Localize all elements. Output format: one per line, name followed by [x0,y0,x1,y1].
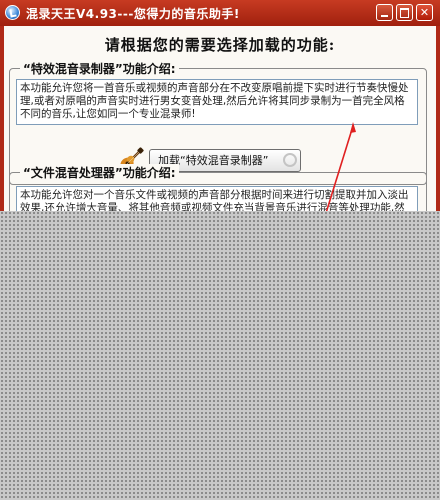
maximize-button[interactable] [396,4,413,21]
page-heading: 请根据您的需要选择加载的功能: [104,36,336,54]
minimize-button[interactable] [376,4,393,21]
app-window: 混录天王V4.93---您得力的音乐助手! ✕ 请根据您的需要选择加载的功能: … [0,0,440,500]
section-effect-recorder-title: “特效混音录制器”功能介绍: [20,60,179,77]
section-effect-recorder-description: 本功能允许您将一首音乐或视频的声音部分在不改变原唱前提下实时进行节奏快慢处理,或… [16,79,418,125]
title-bar[interactable]: 混录天王V4.93---您得力的音乐助手! ✕ [0,0,440,26]
window-title: 混录天王V4.93---您得力的音乐助手! [26,7,240,21]
ring-icon [283,153,297,167]
app-logo-icon[interactable] [5,5,20,20]
close-button[interactable]: ✕ [416,4,433,21]
section-file-mixer-title: “文件混音处理器”功能介绍: [20,164,179,181]
dither-overlay [0,211,440,500]
